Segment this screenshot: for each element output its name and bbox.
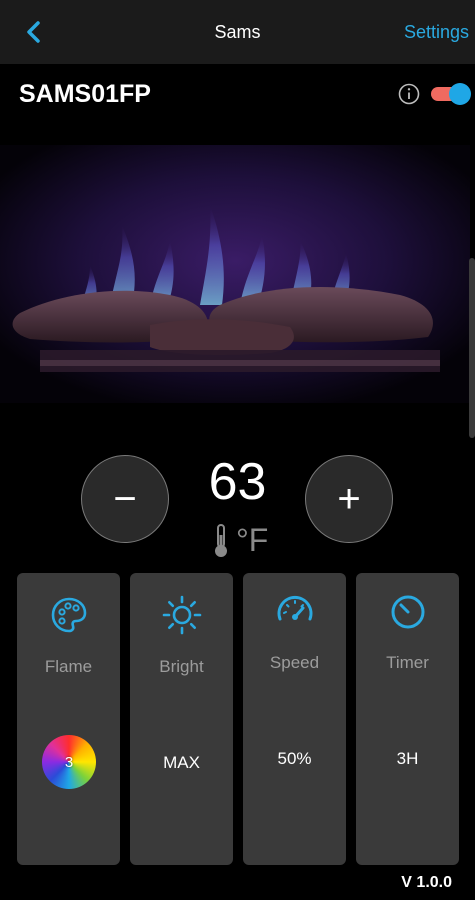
flame-color-swatch[interactable]: 3 (42, 735, 96, 789)
speed-value: 50% (277, 749, 312, 768)
flame-value: 3 (64, 753, 74, 771)
timer-label: Timer (386, 653, 429, 672)
speedometer-icon (277, 596, 312, 621)
timer-card[interactable]: Timer 3H (356, 573, 459, 865)
timer-icon (391, 595, 424, 629)
power-toggle[interactable] (431, 83, 471, 105)
speed-label: Speed (269, 653, 320, 672)
increase-temperature-button[interactable]: + (305, 455, 393, 543)
info-icon[interactable] (398, 83, 420, 105)
bright-label: Bright (159, 657, 204, 676)
fireplace-preview (0, 145, 470, 403)
temperature-unit: °F (236, 522, 269, 558)
temperature-value: 63 (208, 453, 267, 511)
bright-card[interactable]: Bright MAX (130, 573, 233, 865)
flame-card[interactable]: Flame 3 (17, 573, 120, 865)
top-bar: Sams Settings (0, 0, 475, 64)
settings-link[interactable]: Settings (404, 22, 469, 43)
thermometer-icon (215, 524, 227, 557)
decrease-temperature-button[interactable]: − (81, 455, 169, 543)
device-name: SAMS01FP (19, 80, 151, 108)
toggle-knob (449, 83, 471, 105)
timer-value: 3H (396, 749, 419, 768)
app-version: V 1.0.0 (401, 874, 452, 891)
speed-card[interactable]: Speed 50% (243, 573, 346, 865)
flame-label: Flame (44, 657, 93, 676)
sun-icon (162, 595, 201, 635)
scrollbar-handle[interactable] (469, 258, 475, 438)
bright-value: MAX (163, 753, 200, 772)
palette-icon (51, 597, 86, 633)
